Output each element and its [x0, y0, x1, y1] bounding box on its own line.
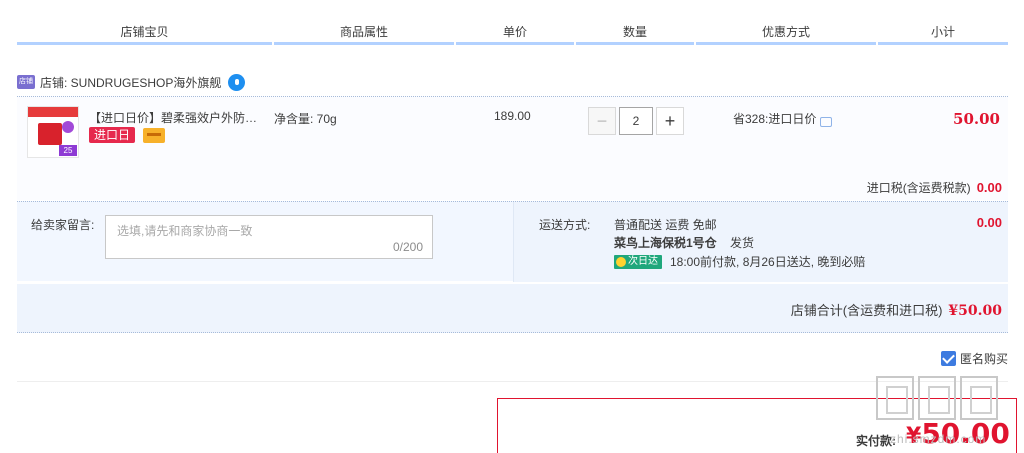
import-tax-line: 进口税(含运费税款) 0.00 — [867, 179, 1002, 196]
seller-message-input[interactable]: 选填,请先和商家协商一致 0/200 — [105, 215, 433, 259]
thumb-circle — [62, 121, 74, 133]
header-divider — [694, 42, 696, 45]
unit-price: 189.00 — [494, 109, 531, 123]
shipping-label: 运送方式: — [539, 218, 591, 232]
cart-header: 店铺宝贝 商品属性 单价 数量 优惠方式 小计 — [17, 22, 1008, 46]
import-tax-value: 0.00 — [976, 180, 1002, 195]
header-divider — [272, 42, 274, 45]
promotion-text: 省328:进口日价 — [733, 112, 817, 126]
store-total-value: ¥50.00 — [948, 303, 1002, 319]
thumb-badge: 25 — [59, 145, 77, 156]
quantity-input[interactable]: 2 — [619, 107, 653, 135]
wangwang-chat-icon[interactable] — [228, 73, 246, 91]
quantity-increase-button[interactable]: + — [656, 107, 684, 135]
product-thumbnail[interactable]: 25 — [27, 106, 79, 158]
seller-message-placeholder: 选填,请先和商家协商一致 — [117, 224, 253, 238]
store-total: 店铺合计(含运费和进口税) ¥50.00 — [791, 300, 1002, 319]
header-divider — [876, 42, 878, 45]
promo-comment-icon[interactable] — [820, 116, 833, 127]
store-total-row: 店铺合计(含运费和进口税) ¥50.00 — [17, 283, 1008, 333]
anonymous-checkbox[interactable] — [940, 351, 956, 366]
quantity-decrease-button[interactable]: − — [588, 107, 616, 135]
header-col-item: 店铺宝贝 — [120, 25, 169, 39]
import-tax-label: 进口税(含运费税款) — [866, 181, 971, 195]
shipping-fee: 0.00 — [976, 215, 1002, 230]
next-day-badge: 次日达 — [614, 254, 662, 269]
header-underline — [17, 42, 1008, 45]
header-divider — [454, 42, 456, 45]
product-title-link[interactable]: 【进口日价】碧柔强效户外防晒霜SPF50+ — [89, 109, 269, 126]
header-divider — [574, 42, 576, 45]
ship-status: 发货 — [730, 236, 755, 250]
header-col-price: 单价 — [502, 25, 527, 39]
shipping-warehouse: 菜鸟上海保税1号仓 发货 — [614, 234, 754, 251]
watermark-glyph — [918, 376, 956, 420]
header-col-promo: 优惠方式 — [761, 25, 810, 39]
card-pay-icon — [143, 128, 165, 143]
watermark-url: zhi.smzdm.com — [890, 432, 987, 446]
store-total-label: 店铺合计(含运费和进口税) — [790, 303, 943, 318]
thumb-stripe — [28, 107, 78, 117]
header-col-attr: 商品属性 — [339, 25, 388, 39]
lightning-icon — [616, 256, 626, 267]
header-col-qty: 数量 — [622, 25, 647, 39]
promotion-info: 省328:进口日价 — [733, 110, 833, 127]
watermark-glyph — [876, 376, 914, 420]
cart-item: 25 【进口日价】碧柔强效户外防晒霜SPF50+ 进口日 净含量: 70g 18… — [17, 96, 1008, 200]
smzdm-watermark-logo — [876, 376, 1016, 426]
seller-message-counter: 0/200 — [392, 240, 423, 254]
import-day-tag: 进口日 — [89, 127, 136, 143]
shipping-method: 普通配送 运费 免邮 — [614, 218, 717, 232]
thumb-tube — [38, 123, 62, 145]
delivery-time-text: 18:00前付款, 8月26日送达, 晚到必赔 — [670, 255, 866, 269]
item-subtotal: 50.00 — [953, 110, 1000, 128]
delivery-promise: 次日达 18:00前付款, 8月26日送达, 晚到必赔 — [614, 253, 865, 270]
warehouse-name: 菜鸟上海保税1号仓 — [614, 236, 717, 250]
next-day-label: 次日达 — [628, 255, 658, 267]
seller-message-label: 给卖家留言: — [31, 218, 95, 232]
shipping-area: 运送方式: 普通配送 运费 免邮 菜鸟上海保税1号仓 发货 次日达 18:00前… — [513, 202, 1008, 282]
anonymous-purchase-option[interactable]: 匿名购买 — [940, 350, 1008, 367]
section-divider — [17, 381, 1008, 382]
watermark-glyph — [960, 376, 998, 420]
shop-name-link[interactable]: 店铺: SUNDRUGESHOP海外旗舰 — [40, 74, 221, 91]
shop-icon: 店铺 — [17, 75, 35, 89]
shop-line: 店铺 店铺: SUNDRUGESHOP海外旗舰 — [17, 72, 246, 92]
header-col-subtotal: 小计 — [930, 25, 955, 39]
quantity-stepper: − 2 + — [588, 107, 684, 135]
anonymous-label: 匿名购买 — [959, 352, 1008, 366]
message-shipping-block: 给卖家留言: 选填,请先和商家协商一致 0/200 运送方式: 普通配送 运费 … — [17, 201, 1008, 282]
product-attribute: 净含量: 70g — [274, 112, 337, 126]
